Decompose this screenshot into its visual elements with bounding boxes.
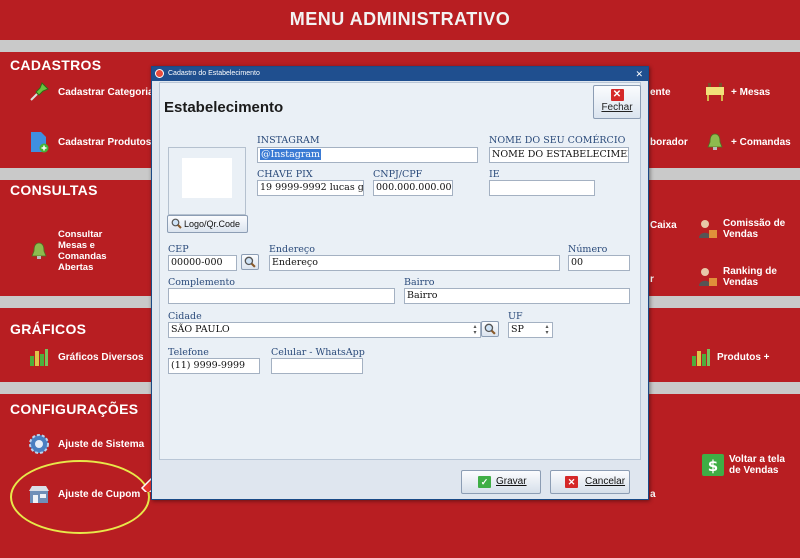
bairro-input[interactable]: Bairro bbox=[404, 288, 630, 304]
numero-label: Número bbox=[568, 244, 608, 255]
spin-arrows-icon[interactable]: ▴ ▾ bbox=[543, 324, 551, 336]
menu-consultar-mesas[interactable]: Consultar Mesas e Comandas Abertas bbox=[28, 229, 107, 273]
chave-pix-label: CHAVE PIX bbox=[257, 169, 313, 180]
menu-graficos-diversos[interactable]: Gráficos Diversos bbox=[28, 346, 144, 368]
nome-comercio-label: NOME DO SEU COMÉRCIO bbox=[489, 135, 626, 146]
section-consultas: CONSULTAS bbox=[10, 182, 98, 198]
salesperson-icon bbox=[696, 266, 718, 288]
dialog-titlebar[interactable]: Cadastro do Estabelecimento ✕ bbox=[152, 67, 648, 81]
gear-icon bbox=[28, 433, 50, 455]
menu-right-caixa[interactable]: Caixa bbox=[650, 220, 677, 231]
chave-pix-input[interactable]: 19 9999-9992 lucas gar bbox=[257, 180, 364, 196]
bar-chart-icon bbox=[28, 346, 50, 368]
close-icon: ✕ bbox=[565, 476, 578, 488]
spin-arrows-icon[interactable]: ▴ ▾ bbox=[471, 324, 479, 336]
cidade-select[interactable]: SÃO PAULO ▴ ▾ bbox=[168, 322, 481, 338]
search-icon bbox=[244, 256, 256, 268]
menu-cadastrar-produtos[interactable]: Cadastrar Produtos bbox=[28, 131, 151, 153]
menu-ranking[interactable]: Ranking de Vendas bbox=[696, 266, 777, 288]
bairro-label: Bairro bbox=[404, 277, 435, 288]
bar-chart-icon bbox=[690, 346, 712, 368]
menu-ajuste-sistema[interactable]: Ajuste de Sistema bbox=[28, 433, 144, 455]
search-icon bbox=[484, 323, 496, 335]
logo-qrcode-button[interactable]: Logo/Qr.Code bbox=[167, 215, 248, 233]
numero-input[interactable]: 00 bbox=[568, 255, 630, 271]
bell-icon bbox=[28, 240, 50, 262]
cep-input[interactable]: 00000-000 bbox=[168, 255, 237, 271]
salesperson-icon bbox=[696, 218, 718, 240]
page-title: MENU ADMINISTRATIVO bbox=[0, 0, 800, 40]
svg-text:$: $ bbox=[708, 457, 718, 475]
dollar-icon: $ bbox=[702, 454, 724, 476]
complemento-input[interactable] bbox=[168, 288, 395, 304]
app-icon bbox=[155, 69, 164, 78]
complemento-label: Complemento bbox=[168, 277, 236, 288]
menu-comandas[interactable]: + Comandas bbox=[704, 131, 791, 153]
cep-search-button[interactable] bbox=[241, 254, 259, 270]
menu-right-borador[interactable]: borador bbox=[650, 137, 688, 148]
establishment-dialog: Cadastro do Estabelecimento ✕ Estabeleci… bbox=[151, 66, 649, 500]
menu-voltar-vendas[interactable]: $ Voltar a tela de Vendas bbox=[702, 454, 785, 476]
bell-icon bbox=[704, 131, 726, 153]
separator bbox=[0, 40, 800, 52]
pin-icon bbox=[28, 81, 50, 103]
check-icon: ✓ bbox=[478, 476, 491, 488]
close-icon[interactable]: ✕ bbox=[635, 67, 643, 81]
cidade-search-button[interactable] bbox=[481, 321, 499, 337]
cnpj-label: CNPJ/CPF bbox=[373, 169, 423, 180]
search-icon bbox=[171, 218, 182, 234]
telefone-label: Telefone bbox=[168, 347, 209, 358]
cancel-button[interactable]: ✕ Cancelar bbox=[550, 470, 630, 494]
cnpj-input[interactable]: 000.000.000.000 bbox=[373, 180, 453, 196]
menu-right-r[interactable]: r bbox=[650, 274, 654, 285]
section-configuracoes: CONFIGURAÇÕES bbox=[10, 401, 139, 417]
celular-label: Celular - WhatsApp bbox=[271, 347, 365, 358]
menu-cadastrar-categoria[interactable]: Cadastrar Categoria bbox=[28, 81, 154, 103]
endereco-label: Endereço bbox=[269, 244, 315, 255]
section-cadastros: CADASTROS bbox=[10, 57, 102, 73]
celular-input[interactable] bbox=[271, 358, 363, 374]
highlight-ring bbox=[10, 460, 150, 534]
dialog-heading: Estabelecimento bbox=[164, 99, 284, 116]
telefone-input[interactable]: (11) 9999-9999 bbox=[168, 358, 260, 374]
ie-label: IE bbox=[489, 169, 500, 180]
section-graficos: GRÁFICOS bbox=[10, 321, 87, 337]
instagram-input[interactable]: @Instagram bbox=[257, 147, 478, 163]
menu-right-a[interactable]: a bbox=[650, 489, 656, 500]
endereco-input[interactable]: Endereço bbox=[269, 255, 560, 271]
menu-comissao[interactable]: Comissão de Vendas bbox=[696, 218, 785, 240]
menu-mesas[interactable]: + Mesas bbox=[704, 81, 770, 103]
logo-preview bbox=[168, 147, 246, 215]
save-button[interactable]: ✓ Gravar bbox=[461, 470, 541, 494]
close-icon: ✕ bbox=[610, 89, 624, 101]
uf-select[interactable]: SP ▴ ▾ bbox=[508, 322, 553, 338]
instagram-label: INSTAGRAM bbox=[257, 135, 320, 146]
ie-input[interactable] bbox=[489, 180, 595, 196]
cidade-label: Cidade bbox=[168, 311, 202, 322]
uf-label: UF bbox=[508, 311, 523, 322]
table-icon bbox=[704, 81, 726, 103]
cep-label: CEP bbox=[168, 244, 189, 255]
close-button[interactable]: ✕ Fechar bbox=[593, 85, 641, 119]
new-document-icon bbox=[28, 131, 50, 153]
menu-produtos-mais[interactable]: Produtos + bbox=[690, 346, 770, 368]
menu-right-ente[interactable]: ente bbox=[650, 87, 671, 98]
nome-comercio-input[interactable]: NOME DO ESTABELECIMENTO bbox=[489, 147, 629, 163]
